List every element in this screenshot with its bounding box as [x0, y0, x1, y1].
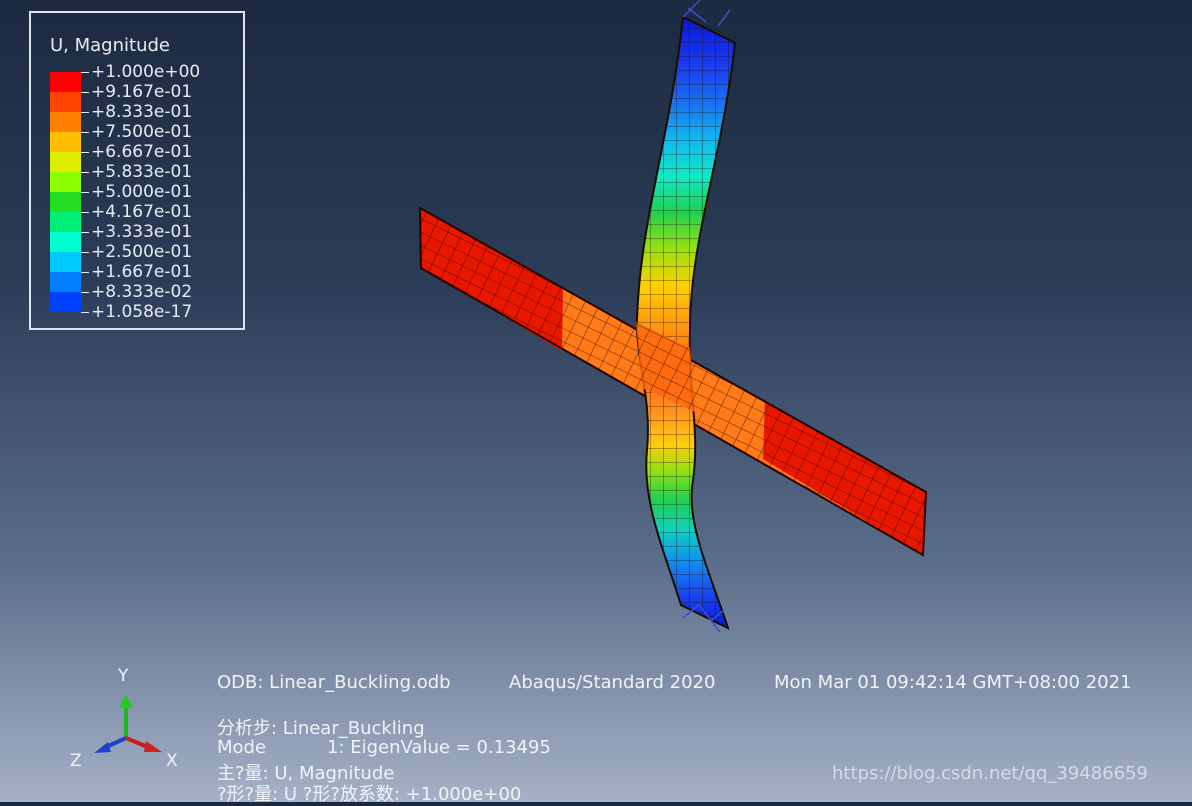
mode-value: 1: EigenValue = 0.13495	[327, 737, 551, 758]
mode-label: Mode	[217, 737, 267, 758]
axis-triad: Y Z X	[70, 662, 200, 777]
watermark-text: https://blog.csdn.net/qq_39486659	[832, 763, 1149, 784]
vertical-strip	[635, 0, 737, 633]
timestamp: Mon Mar 01 09:42:14 GMT+08:00 2021	[774, 672, 1132, 693]
y-axis-label: Y	[118, 666, 129, 686]
deformation-variable: ?形?量: U ?形?放系数: +1.000e+00	[217, 784, 522, 805]
z-axis-label: Z	[70, 751, 82, 771]
odb-name: ODB: Linear_Buckling.odb	[217, 672, 451, 693]
solver-version: Abaqus/Standard 2020	[509, 672, 716, 693]
model-viewport[interactable]: U, Magnitude +1.000e+00 +9.167e-01 +8.333e…	[0, 0, 1192, 805]
x-axis-label: X	[166, 751, 178, 771]
